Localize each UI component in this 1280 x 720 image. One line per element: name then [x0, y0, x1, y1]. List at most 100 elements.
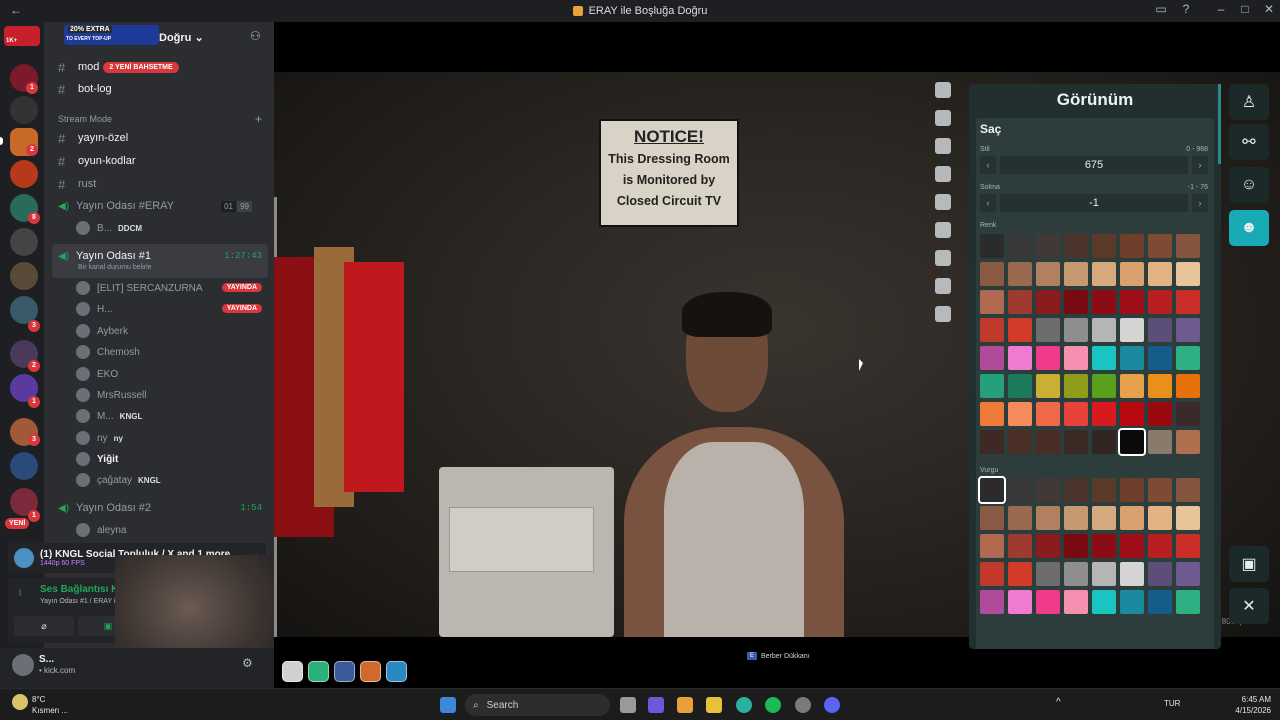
color-swatch[interactable] — [978, 476, 1006, 504]
voice-user[interactable]: aleyna — [76, 520, 126, 540]
color-swatch[interactable] — [1064, 506, 1088, 530]
color-swatch[interactable] — [1148, 534, 1172, 558]
color-swatch[interactable] — [1008, 374, 1032, 398]
color-swatch[interactable] — [1092, 290, 1116, 314]
color-swatch[interactable] — [1008, 402, 1032, 426]
color-swatch[interactable] — [1036, 402, 1060, 426]
channel-yayin-ozel[interactable]: # yayın-özel — [44, 128, 274, 148]
color-swatch[interactable] — [1176, 562, 1200, 586]
color-swatch[interactable] — [1120, 506, 1144, 530]
spotify-icon[interactable] — [765, 697, 781, 713]
color-swatch[interactable] — [1092, 506, 1116, 530]
clock[interactable]: 6:45 AM 4/15/2026 — [1225, 694, 1271, 716]
bag-icon[interactable] — [935, 306, 951, 322]
ear-icon[interactable] — [935, 138, 951, 154]
color-swatch[interactable] — [1008, 318, 1032, 342]
next-arrow-icon[interactable]: › — [1192, 156, 1208, 174]
color-swatch[interactable] — [1176, 402, 1200, 426]
hat-icon[interactable] — [935, 110, 951, 126]
voice-user[interactable]: ny ny — [76, 428, 123, 448]
voice-user[interactable]: [ELIT] SERCANZURNA — [76, 278, 203, 298]
color-swatch[interactable] — [1148, 402, 1172, 426]
panel-scrollbar[interactable] — [1218, 84, 1221, 164]
server-name[interactable]: Doğru ⌄ — [159, 31, 204, 44]
color-swatch[interactable] — [1092, 562, 1116, 586]
signal-icon[interactable]: ⌇ — [18, 588, 22, 599]
color-swatch[interactable] — [1036, 506, 1060, 530]
voice-channel-eray[interactable]: ◀) Yayın Odası #ERAY 01 99 — [44, 196, 274, 216]
save-button[interactable]: ▣ — [1229, 546, 1269, 582]
voice-user[interactable]: B... DDCM — [76, 218, 142, 238]
color-swatch[interactable] — [1148, 590, 1172, 614]
color-swatch[interactable] — [1092, 478, 1116, 502]
help-icon[interactable]: ? — [1175, 2, 1197, 16]
server-icon-4[interactable] — [10, 160, 38, 188]
color-swatch[interactable] — [1064, 402, 1088, 426]
maximize-button[interactable]: □ — [1234, 2, 1256, 16]
color-swatch[interactable] — [1008, 346, 1032, 370]
prev-arrow-icon[interactable]: ‹ — [980, 194, 996, 212]
color-swatch[interactable] — [1120, 290, 1144, 314]
color-swatch[interactable] — [1118, 428, 1146, 456]
color-swatch[interactable] — [1148, 478, 1172, 502]
channel-status[interactable]: Bir kanal durumu belirle — [78, 264, 152, 271]
back-arrow-icon[interactable]: ← — [10, 3, 22, 17]
color-swatch[interactable] — [1148, 346, 1172, 370]
prev-arrow-icon[interactable]: ‹ — [980, 156, 996, 174]
glasses-icon[interactable] — [935, 166, 951, 182]
voice-user[interactable]: M... KNGL — [76, 406, 142, 426]
copilot-icon[interactable] — [648, 697, 664, 713]
discord-icon[interactable] — [824, 697, 840, 713]
color-swatch[interactable] — [1092, 374, 1116, 398]
color-swatch[interactable] — [980, 402, 1004, 426]
color-swatch[interactable] — [1176, 262, 1200, 286]
voice-channel-1[interactable]: ◀) Yayın Odası #1 1:27:43 — [44, 246, 274, 266]
search-box[interactable]: ⌕ Search — [465, 694, 610, 716]
color-swatch[interactable] — [980, 346, 1004, 370]
channel-bot-log[interactable]: # bot-log — [44, 79, 274, 99]
color-swatch[interactable] — [980, 590, 1004, 614]
color-swatch[interactable] — [1120, 374, 1144, 398]
color-swatch[interactable] — [1176, 318, 1200, 342]
camera-off-button[interactable]: ⌀ — [14, 616, 74, 636]
tray-chevron-icon[interactable]: ^ — [1056, 697, 1061, 708]
color-swatch[interactable] — [980, 262, 1004, 286]
color-swatch[interactable] — [1148, 562, 1172, 586]
color-swatch[interactable] — [1064, 430, 1088, 454]
fade-value[interactable]: -1 — [1000, 194, 1188, 212]
color-swatch[interactable] — [1120, 534, 1144, 558]
edge-icon[interactable] — [736, 697, 752, 713]
color-swatch[interactable] — [1008, 430, 1032, 454]
body-icon[interactable] — [935, 250, 951, 266]
color-swatch[interactable] — [1036, 562, 1060, 586]
explorer-icon[interactable] — [706, 697, 722, 713]
add-channel-icon[interactable]: + — [255, 112, 262, 126]
face-button[interactable]: ☺ — [1229, 167, 1269, 203]
color-swatch[interactable] — [1092, 402, 1116, 426]
color-swatch[interactable] — [1008, 534, 1032, 558]
minimize-button[interactable]: – — [1210, 2, 1232, 16]
color-swatch[interactable] — [1092, 590, 1116, 614]
server-icon-2[interactable] — [10, 96, 38, 124]
channel-rust[interactable]: # rust — [44, 174, 274, 194]
color-swatch[interactable] — [1120, 234, 1144, 258]
new-badge[interactable]: YENİ — [5, 518, 30, 529]
color-swatch[interactable] — [1008, 234, 1032, 258]
task-view-icon[interactable] — [620, 697, 636, 713]
color-swatch[interactable] — [1120, 346, 1144, 370]
color-swatch[interactable] — [1036, 346, 1060, 370]
color-swatch[interactable] — [1036, 318, 1060, 342]
color-swatch[interactable] — [1008, 506, 1032, 530]
color-swatch[interactable] — [1092, 346, 1116, 370]
promo-icon[interactable]: 1K+ — [4, 26, 40, 46]
color-swatch[interactable] — [1176, 506, 1200, 530]
mask-icon[interactable] — [935, 194, 951, 210]
color-swatch[interactable] — [1176, 290, 1200, 314]
color-swatch[interactable] — [1120, 262, 1144, 286]
voice-user[interactable]: Yiğit — [76, 449, 118, 469]
weather-widget[interactable]: 8°C Kısmen ... — [12, 694, 68, 716]
color-swatch[interactable] — [1036, 534, 1060, 558]
color-swatch[interactable] — [1064, 234, 1088, 258]
server-icon-6[interactable] — [10, 228, 38, 256]
color-swatch[interactable] — [1120, 562, 1144, 586]
